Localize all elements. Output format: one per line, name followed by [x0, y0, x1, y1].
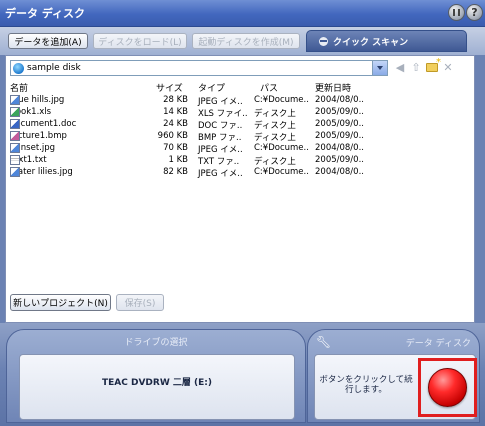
col-date[interactable]: 更新日時	[315, 81, 351, 94]
file-icon	[10, 131, 20, 141]
file-path: ディスク上	[254, 121, 296, 131]
burn-box: ボタンをクリックして続行します。	[314, 354, 477, 420]
file-date: 2005/09/0..	[315, 131, 364, 141]
list-item[interactable]: Book1.xls 14 KB XLS ファイ.. ディスク上 2005/09/0..	[10, 107, 470, 119]
file-icon	[10, 155, 20, 165]
quick-scan-tab[interactable]: クイック スキャン	[306, 30, 467, 52]
file-icon	[10, 167, 20, 177]
file-type: JPEG イメ..	[198, 97, 243, 107]
drive-name: TEAC DVDRW 二層 (E:)	[102, 378, 212, 388]
file-name: Sunset.jpg	[10, 143, 55, 153]
record-button[interactable]	[428, 368, 467, 407]
window-title: データ ディスク	[5, 7, 86, 20]
file-date: 2005/09/0..	[315, 155, 364, 165]
load-disc-button[interactable]: ディスクをロード(L)	[93, 33, 187, 49]
file-date: 2004/08/0..	[315, 167, 364, 177]
back-icon[interactable]: ◀	[394, 61, 406, 74]
data-disc-window: データ ディスク ? データを追加(A) ディスクをロード(L) 起動ディスクを…	[0, 0, 485, 426]
list-item[interactable]: document1.doc 24 KB DOC ファ.. ディスク上 2005/09/0…	[10, 119, 470, 131]
file-name: Water lilies.jpg	[10, 167, 73, 177]
delete-icon[interactable]: ✕	[442, 61, 454, 74]
burn-instruction: ボタンをクリックして続行します。	[319, 375, 413, 395]
file-path: C:¥Docume..	[254, 95, 309, 105]
nav-icons: ◀ ⇧ ✕	[394, 57, 454, 74]
wrench-icon[interactable]: 🔧︎	[316, 335, 331, 349]
file-name: picture1.bmp	[10, 131, 67, 141]
file-name: document1.doc	[10, 119, 76, 129]
file-path: C:¥Docume..	[254, 167, 309, 177]
bottom-panel: ドライブの選択 TEAC DVDRW 二層 (E:) 🔧︎ データ ディスク ボ…	[0, 323, 485, 426]
list-item[interactable]: Water lilies.jpg 82 KB JPEG イメ.. C:¥Docume.…	[10, 167, 470, 179]
file-date: 2004/08/0..	[315, 143, 364, 153]
new-folder-icon[interactable]	[426, 57, 441, 72]
file-name: Blue hills.jpg	[10, 95, 64, 105]
stop-icon[interactable]	[448, 4, 465, 21]
drive-selector[interactable]: TEAC DVDRW 二層 (E:)	[19, 354, 295, 420]
burn-panel: 🔧︎ データ ディスク ボタンをクリックして続行します。	[307, 329, 480, 423]
file-path: ディスク上	[254, 133, 296, 143]
file-name: text1.txt	[10, 155, 47, 165]
create-boot-disc-button[interactable]: 起動ディスクを作成(M)	[192, 33, 300, 49]
new-project-button[interactable]: 新しいプロジェクト(N)	[10, 294, 111, 311]
file-date: 2004/08/0..	[315, 95, 364, 105]
file-size: 82 KB	[163, 167, 188, 177]
list-header: 名前 サイズ タイプ パス 更新日時	[10, 80, 470, 94]
file-icon	[10, 95, 20, 105]
file-type: XLS ファイ..	[198, 109, 248, 119]
path-dropdown[interactable]: sample disk	[10, 60, 388, 76]
file-type: BMP ファ..	[198, 133, 242, 143]
list-item[interactable]: Sunset.jpg 70 KB JPEG イメ.. C:¥Docume.. 2004/…	[10, 143, 470, 155]
drive-selection-panel: ドライブの選択 TEAC DVDRW 二層 (E:)	[6, 329, 306, 423]
file-size: 24 KB	[163, 119, 188, 129]
list-item[interactable]: text1.txt 1 KB TXT ファ.. ディスク上 2005/09/0..	[10, 155, 470, 167]
quick-scan-label: クイック スキャン	[333, 37, 409, 48]
col-name[interactable]: 名前	[10, 81, 28, 94]
title-bar: データ ディスク ?	[0, 0, 485, 27]
chevron-down-icon[interactable]	[372, 61, 387, 75]
collapse-icon	[319, 36, 328, 46]
up-folder-icon[interactable]: ⇧	[410, 61, 422, 74]
file-size: 960 KB	[157, 131, 188, 141]
list-item[interactable]: picture1.bmp 960 KB BMP ファ.. ディスク上 2005/09/0…	[10, 131, 470, 143]
save-button[interactable]: 保存(S)	[116, 294, 164, 311]
col-type[interactable]: タイプ	[198, 81, 225, 94]
highlight-frame	[418, 358, 477, 417]
file-date: 2005/09/0..	[315, 107, 364, 117]
file-type: JPEG イメ..	[198, 145, 243, 155]
file-list: Blue hills.jpg 28 KB JPEG イメ.. C:¥Docume.. 2…	[10, 95, 470, 179]
file-path: ディスク上	[254, 157, 296, 167]
col-path[interactable]: パス	[260, 81, 278, 94]
file-size: 70 KB	[163, 143, 188, 153]
file-icon	[10, 143, 20, 153]
file-name: Book1.xls	[10, 107, 51, 117]
file-path: C:¥Docume..	[254, 143, 309, 153]
file-size: 14 KB	[163, 107, 188, 117]
file-icon	[10, 119, 20, 129]
col-size[interactable]: サイズ	[156, 81, 183, 94]
file-size: 1 KB	[168, 155, 188, 165]
list-item[interactable]: Blue hills.jpg 28 KB JPEG イメ.. C:¥Docume.. 2…	[10, 95, 470, 107]
file-path: ディスク上	[254, 109, 296, 119]
add-data-button[interactable]: データを追加(A)	[8, 33, 88, 49]
path-value: sample disk	[27, 63, 81, 73]
file-type: DOC ファ..	[198, 121, 243, 131]
toolbar: データを追加(A) ディスクをロード(L) 起動ディスクを作成(M) クイック …	[0, 27, 485, 55]
file-size: 28 KB	[163, 95, 188, 105]
file-list-panel: sample disk ◀ ⇧ ✕ 名前 サイズ タイプ パス 更新日時 Blu…	[5, 55, 475, 323]
file-icon	[10, 107, 20, 117]
drive-selection-header: ドライブの選択	[124, 338, 188, 348]
disc-icon	[13, 62, 24, 74]
file-type: JPEG イメ..	[198, 169, 243, 179]
file-date: 2005/09/0..	[315, 119, 364, 129]
file-type: TXT ファ..	[198, 157, 240, 167]
project-type-label: データ ディスク	[405, 339, 471, 349]
help-icon[interactable]: ?	[466, 4, 483, 21]
